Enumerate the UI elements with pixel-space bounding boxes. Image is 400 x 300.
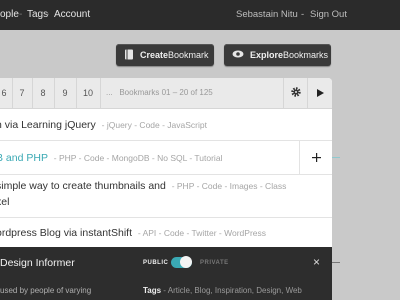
bookmark-title[interactable]: ordpress Blog via instantShift (0, 227, 132, 239)
page-number[interactable]: 7 (12, 78, 33, 108)
explore-label-strong: Explore (250, 50, 284, 60)
eye-icon (232, 50, 244, 60)
bookmark-title-line: n via Learning jQuery - jQuery - Code - … (0, 119, 207, 131)
nav-separator: - (46, 9, 50, 20)
play-arrow-icon (317, 84, 324, 102)
public-label: PUBLIC (143, 260, 169, 266)
nav-link-people[interactable]: ople (0, 9, 19, 20)
bookmark-title-line: ordpress Blog via instantShift - API - C… (0, 227, 266, 239)
nav-separator: - (19, 9, 23, 20)
page-number[interactable]: 8 (32, 78, 55, 108)
bookmark-tags: - jQuery - Code - JavaScript (101, 120, 207, 130)
bookmark-title[interactable]: B and PHP (0, 152, 48, 164)
page-number[interactable]: 10 (76, 78, 101, 108)
bookmark-row[interactable]: n via Learning jQuery - jQuery - Code - … (0, 109, 332, 141)
next-page-button[interactable] (307, 78, 332, 108)
create-label-rest: Bookmark (168, 50, 209, 60)
bookmark-title[interactable]: n via Learning jQuery (0, 119, 96, 131)
pagination-ellipsis: ... (106, 88, 113, 97)
visibility-toggle[interactable] (171, 256, 192, 268)
pagination-info: ... Bookmarks 01 – 20 of 125 (106, 78, 213, 108)
edit-panel-title: Design Informer (0, 257, 75, 269)
bookmark-row[interactable]: ordpress Blog via instantShift - API - C… (0, 218, 332, 248)
connector-tick (332, 262, 340, 263)
page-number[interactable]: 9 (54, 78, 77, 108)
nav-link-tags[interactable]: Tags (27, 9, 48, 20)
bookmark-tags: - API - Code - Twitter - WordPress (137, 228, 267, 238)
settings-button[interactable] (283, 78, 308, 108)
book-icon (124, 49, 134, 62)
create-label-strong: Create (140, 50, 169, 60)
pagination-range: Bookmarks 01 – 20 of 125 (119, 88, 213, 97)
edit-panel-description: used by people of varying (0, 286, 92, 295)
bookmark-row[interactable]: simple way to create thumbnails and - PH… (0, 175, 332, 218)
explore-label-rest: Bookmarks (283, 50, 329, 60)
gear-icon (291, 84, 301, 102)
edit-panel-tags: Tags - Article, Blog, Inspiration, Desig… (143, 286, 302, 295)
nav-link-account[interactable]: Account (54, 9, 90, 20)
bookmark-title-line: simple way to create thumbnails and - PH… (0, 180, 286, 192)
tags-label: Tags (143, 286, 162, 295)
nav-separator: - (301, 9, 305, 20)
private-label: PRIVATE (200, 260, 229, 266)
close-icon[interactable]: × (313, 255, 320, 269)
top-navigation-bar: ople - Tags - Account Sebastain Nitu - S… (0, 0, 400, 30)
bookmark-edit-panel: Design Informer PUBLIC PRIVATE × used by… (0, 247, 332, 300)
bookmark-tags: - PHP - Code - Images - Class (171, 181, 287, 191)
bookmark-title-continuation[interactable]: xel (0, 196, 9, 208)
bookmark-row-active[interactable]: B and PHP - PHP - Code - MongoDB - No SQ… (0, 141, 332, 175)
sign-out-link[interactable]: Sign Out (310, 9, 347, 20)
toggle-knob (180, 256, 192, 268)
pagination-bar: 6 7 8 9 10 ... Bookmarks 01 – 20 of 125 (0, 78, 332, 109)
bookmark-title-line: B and PHP - PHP - Code - MongoDB - No SQ… (0, 152, 222, 164)
user-name-link[interactable]: Sebastain Nitu (236, 9, 298, 20)
tags-value[interactable]: - Article, Blog, Inspiration, Design, We… (161, 286, 302, 295)
plus-icon (312, 150, 321, 165)
add-bookmark-button[interactable] (299, 141, 332, 174)
connector-tick (332, 157, 340, 158)
bookmark-tags: - PHP - Code - MongoDB - No SQL - Tutori… (53, 153, 223, 163)
create-bookmark-button[interactable]: Create Bookmark (116, 44, 214, 66)
explore-bookmarks-button[interactable]: Explore Bookmarks (224, 44, 331, 66)
bookmark-title[interactable]: simple way to create thumbnails and (0, 180, 166, 192)
